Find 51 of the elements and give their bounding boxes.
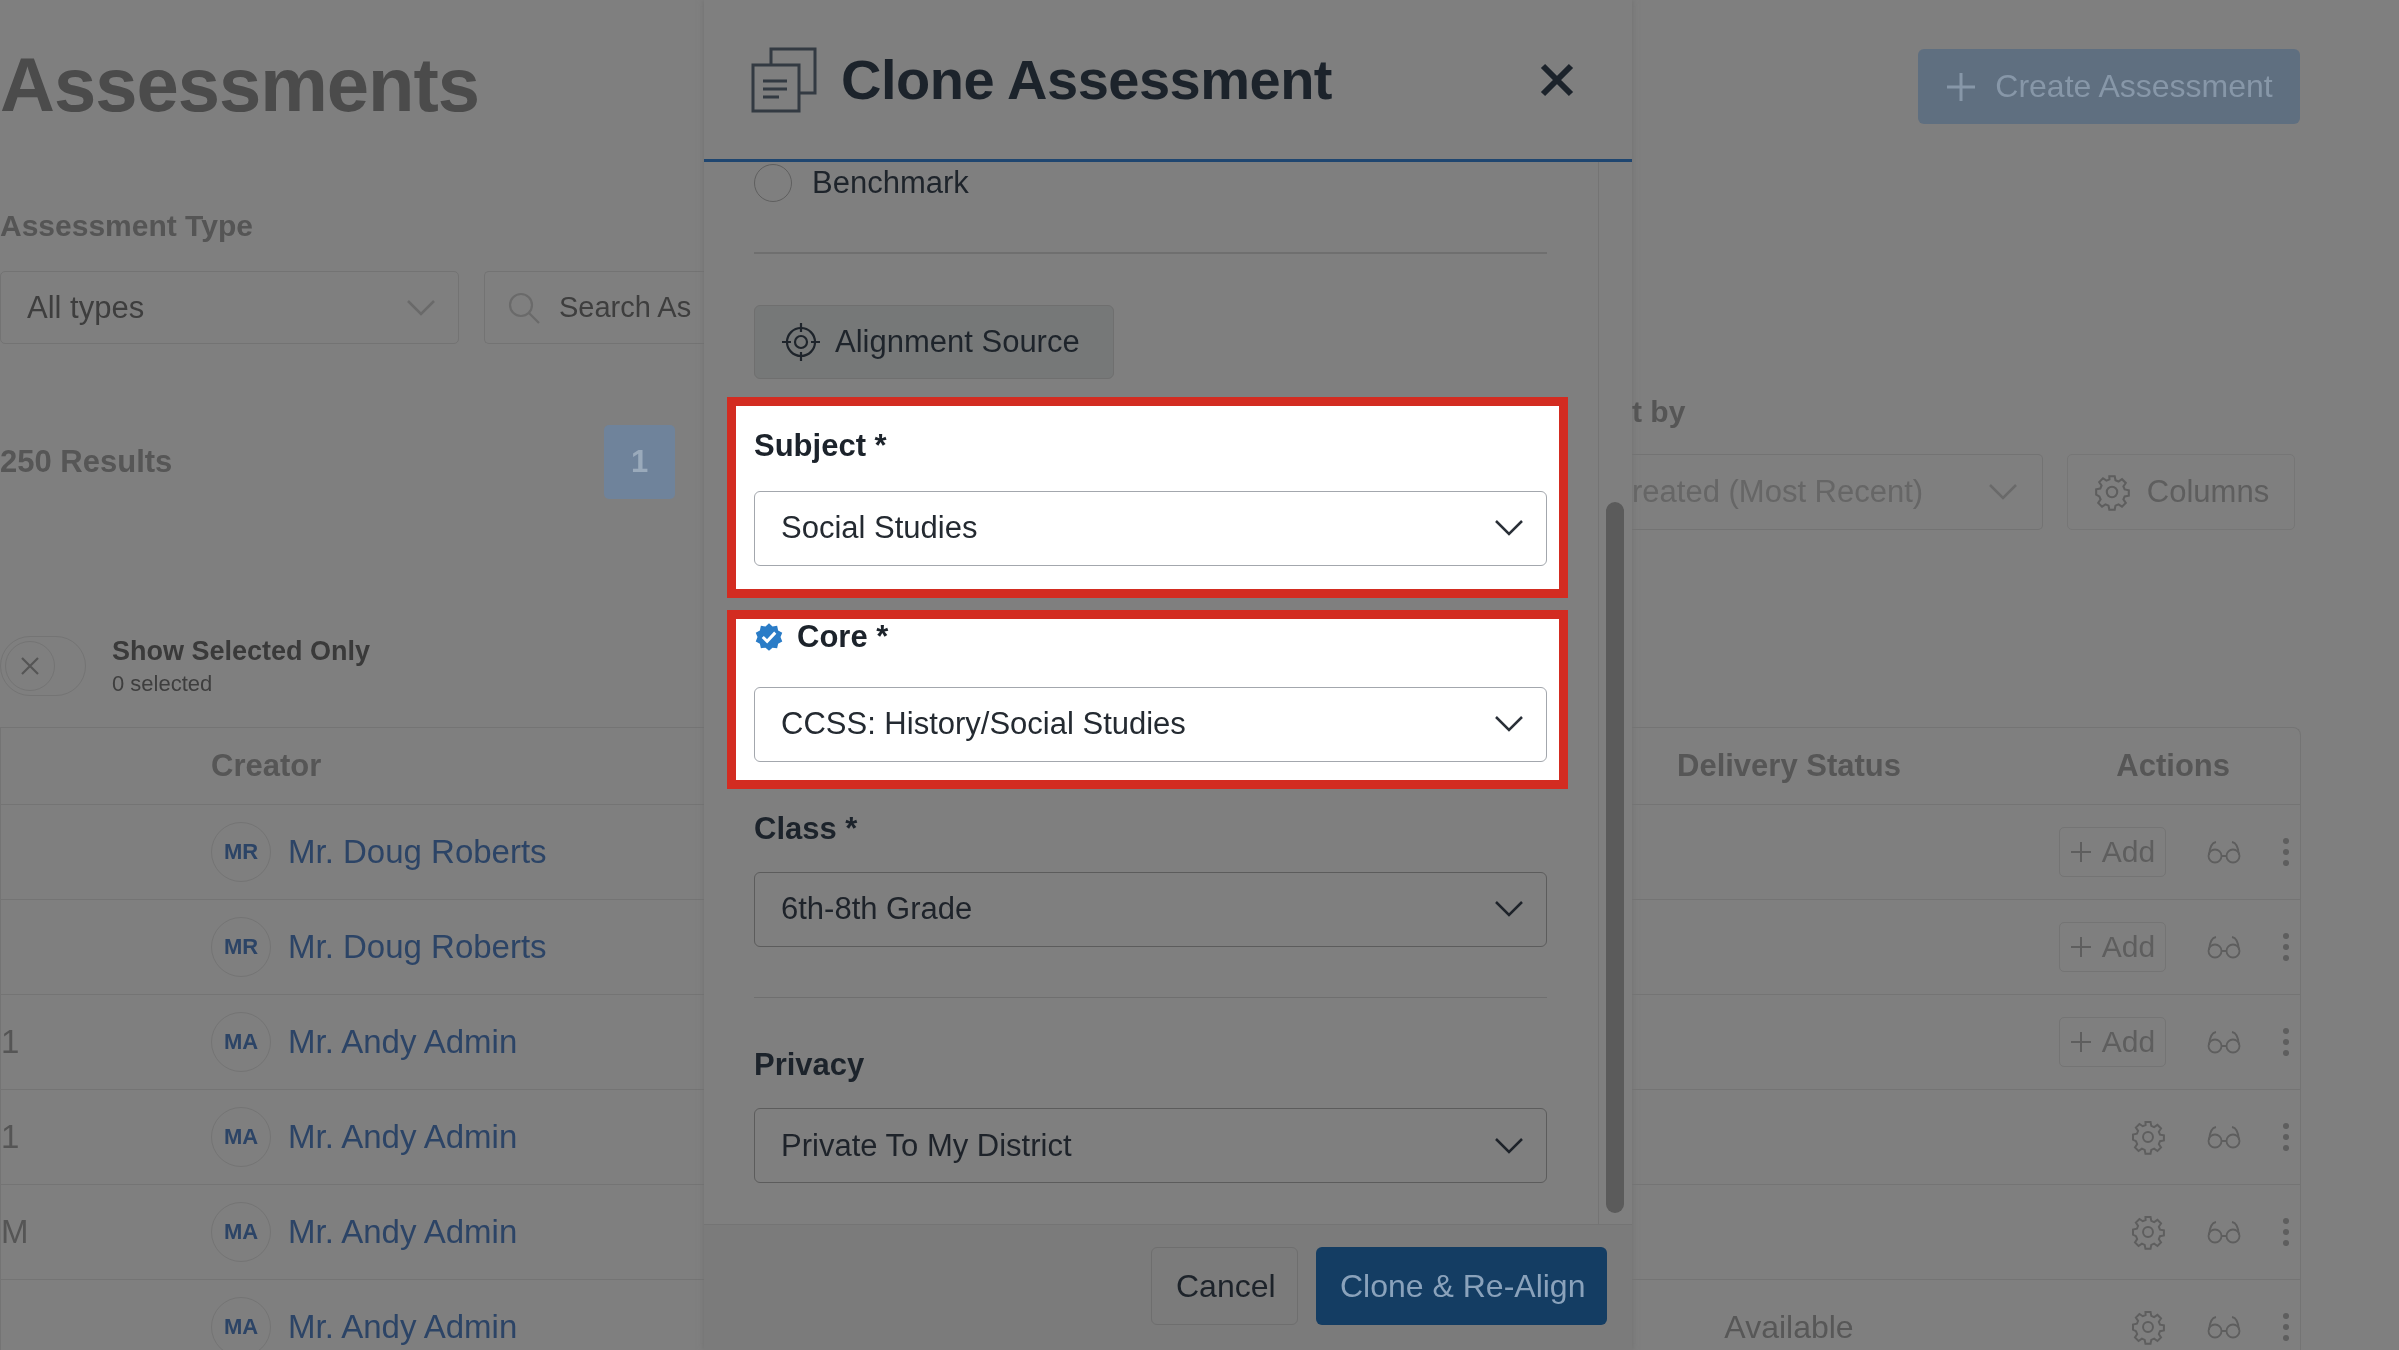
dialog-title: Clone Assessment xyxy=(841,47,1333,112)
toggle-label: Show Selected Only xyxy=(112,635,371,667)
creator-link[interactable]: Mr. Andy Admin xyxy=(288,1308,518,1346)
chevron-down-icon xyxy=(1494,1136,1524,1155)
field-label: Class * xyxy=(754,810,858,847)
dropdown-field[interactable]: 6th-8th Grade xyxy=(754,871,1547,947)
kebab-menu-icon[interactable] xyxy=(2282,1027,2290,1057)
chevron-down-icon xyxy=(1494,519,1524,537)
creator-link[interactable]: Mr. Andy Admin xyxy=(288,1023,518,1061)
glasses-icon[interactable] xyxy=(2206,1125,2242,1149)
type-dropdown[interactable]: All types xyxy=(0,271,459,344)
chevron-down-icon xyxy=(1494,900,1524,918)
creator-link[interactable]: Mr. Doug Roberts xyxy=(288,928,547,966)
creator-link[interactable]: Mr. Doug Roberts xyxy=(288,833,547,871)
plus-icon xyxy=(2069,936,2092,958)
chevron-down-icon xyxy=(1494,715,1524,733)
selected-count: 0 selected xyxy=(112,670,214,697)
creator-link[interactable]: Mr. Andy Admin xyxy=(288,1213,518,1251)
kebab-menu-icon[interactable] xyxy=(2282,1312,2290,1342)
glasses-icon[interactable] xyxy=(2206,1315,2242,1339)
creator-link[interactable]: Mr. Andy Admin xyxy=(288,1118,518,1156)
scrollbar-thumb[interactable] xyxy=(1606,502,1624,1213)
target-icon xyxy=(781,321,821,362)
field-label: Subject * xyxy=(754,427,887,464)
kebab-menu-icon[interactable] xyxy=(2282,932,2290,962)
alignment-source-button[interactable]: Alignment Source xyxy=(754,304,1114,379)
plus-icon xyxy=(2069,1031,2092,1053)
field-label: Core * xyxy=(797,618,889,655)
search-field[interactable]: Search As xyxy=(484,271,704,344)
glasses-icon[interactable] xyxy=(2206,840,2242,864)
gear-icon[interactable] xyxy=(2130,1214,2166,1250)
dropdown-field[interactable]: CCSS: History/Social Studies xyxy=(754,686,1547,762)
gear-icon[interactable] xyxy=(2092,473,2131,511)
kebab-menu-icon[interactable] xyxy=(2282,1217,2290,1247)
gear-icon[interactable] xyxy=(2130,1309,2166,1345)
cancel-button[interactable]: Cancel xyxy=(1151,1247,1298,1325)
dropdown-field[interactable]: Private To My District xyxy=(754,1108,1547,1183)
plus-icon xyxy=(1945,70,1978,103)
kebab-menu-icon[interactable] xyxy=(2282,1122,2290,1152)
clone-button[interactable]: Clone & Re-Align xyxy=(1316,1247,1607,1325)
copy-icon xyxy=(751,46,818,113)
plus-icon xyxy=(2069,841,2092,863)
field-label: Privacy xyxy=(754,1047,865,1083)
kebab-menu-icon[interactable] xyxy=(2282,837,2290,867)
radio-label: Benchmark xyxy=(812,165,969,201)
gear-icon[interactable] xyxy=(2130,1119,2166,1155)
glasses-icon[interactable] xyxy=(2206,1030,2242,1054)
x-icon xyxy=(19,655,41,677)
glasses-icon[interactable] xyxy=(2206,935,2242,959)
glasses-icon[interactable] xyxy=(2206,1220,2242,1244)
dropdown-field[interactable]: Social Studies xyxy=(754,490,1547,566)
